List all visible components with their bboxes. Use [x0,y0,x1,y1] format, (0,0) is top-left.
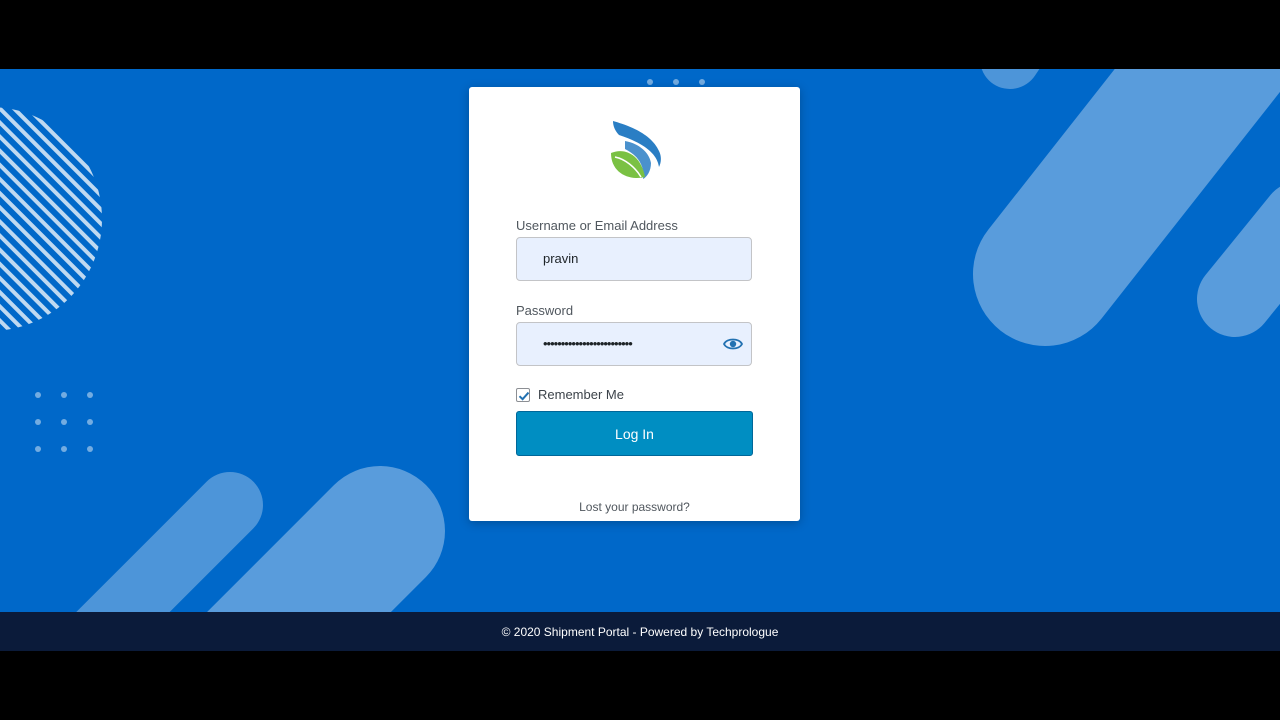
remember-label: Remember Me [538,387,624,402]
password-field[interactable]: ••••••••••••••••••••••••• [516,322,752,366]
username-field[interactable]: pravin [516,237,752,281]
login-background: Username or Email Address pravin Passwor… [0,69,1280,612]
login-button[interactable]: Log In [516,411,753,456]
password-value: ••••••••••••••••••••••••• [543,336,633,351]
eye-icon[interactable] [723,335,743,353]
password-label: Password [516,303,574,318]
login-card: Username or Email Address pravin Passwor… [469,87,800,521]
remember-me[interactable]: Remember Me [516,387,624,402]
brand-logo-icon [611,121,661,179]
footer-text: © 2020 Shipment Portal - Powered by Tech… [501,624,779,639]
letterbox-bottom [0,651,1280,720]
lost-password-link[interactable]: Lost your password? [469,500,800,514]
username-label: Username or Email Address [516,218,678,233]
letterbox-top [0,0,1280,69]
checkmark-icon [518,391,530,401]
remember-checkbox[interactable] [516,387,530,402]
username-value: pravin [543,251,579,266]
footer: © 2020 Shipment Portal - Powered by Tech… [0,612,1280,651]
